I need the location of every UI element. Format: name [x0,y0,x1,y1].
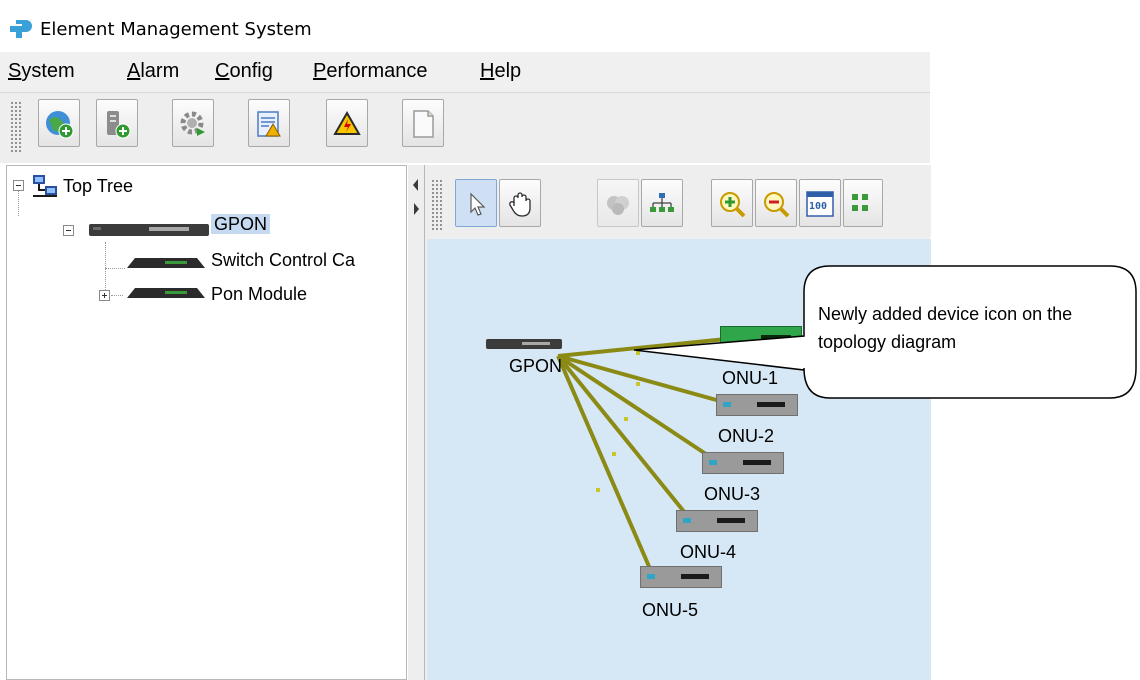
menu-system-label: ystem [21,60,75,82]
panel-splitter[interactable] [408,165,424,680]
onu-node-1-icon[interactable] [720,326,802,350]
card-device-icon [125,286,207,305]
splitter-arrows-icon [413,179,419,215]
warning-button[interactable] [326,99,368,147]
document-button[interactable] [402,99,444,147]
topology-toolbar: 100 [425,165,931,237]
zoom-out-button[interactable] [755,179,797,227]
onu-node-3-label[interactable]: ONU-3 [704,484,760,505]
menu-help-label: elp [494,60,522,82]
menu-performance-mnemonic: P [313,60,327,82]
app-logo-icon [10,18,34,45]
tree-connector [105,242,106,296]
zoom-100-label: 100 [809,201,828,212]
menu-alarm-mnemonic: A [127,60,141,82]
tree-root-label[interactable]: Top Tree [63,176,133,202]
tree-item-gpon[interactable]: GPON [211,214,271,240]
port-strip [717,518,745,523]
collapse-toggle[interactable] [13,180,24,191]
menu-performance[interactable]: Performance [313,60,428,83]
onu-node-2-label[interactable]: ONU-2 [718,426,774,447]
port-strip [757,402,785,407]
network-tree-icon [31,174,59,203]
alarm-report-button[interactable] [248,99,290,147]
title-bar: Element Management System [0,0,930,52]
tree-connector [111,295,123,296]
onu-node-2-icon[interactable] [716,394,798,416]
onu-led [647,574,655,579]
menu-alarm[interactable]: Alarm [127,60,179,83]
menu-config[interactable]: Config [215,60,273,83]
port-strip [761,335,791,340]
tree-item-pon-module[interactable]: Pon Module [211,284,307,310]
onu-node-5-icon[interactable] [640,566,722,588]
menu-config-mnemonic: C [215,60,230,82]
zoom-in-button[interactable] [711,179,753,227]
onu-led [723,402,731,407]
pan-tool-button[interactable] [499,179,541,227]
onu-node-3-icon[interactable] [702,452,784,474]
onu-node-4-icon[interactable] [676,510,758,532]
port-strip [743,460,771,465]
menu-system-mnemonic: S [8,60,22,82]
callout-text: Newly added device icon on the topology … [818,304,1073,352]
toolbar-grip[interactable] [10,101,22,153]
tree-item-gpon-label: GPON [211,214,271,234]
grid-layout-button[interactable] [843,179,883,227]
select-tool-button[interactable] [455,179,497,227]
port-strip [681,574,709,579]
tree-connector [18,190,19,216]
zoom-100-icon: 100 [804,188,836,220]
menu-performance-label: erformance [326,60,428,82]
device-tree-panel: Top Tree GPON Switch Control Ca Pon Modu… [6,165,407,680]
hierarchy-layout-button[interactable] [641,179,683,227]
menu-config-label: onfig [229,60,273,82]
group-tool-button[interactable] [597,179,639,227]
main-toolbar [0,92,930,163]
expand-toggle[interactable] [99,290,110,301]
menu-bar: System Alarm Config Performance Help [0,52,930,92]
olt-node-icon[interactable] [486,336,562,357]
collapse-toggle[interactable] [63,225,74,236]
tree-connector [105,268,125,269]
card-device-icon [125,256,207,275]
menu-help[interactable]: Help [480,60,521,83]
toolbar-grip[interactable] [431,179,443,231]
olt-node-label[interactable]: GPON [509,356,562,377]
add-device-button[interactable] [96,99,138,147]
add-topology-button[interactable] [38,99,80,147]
onu-node-4-label[interactable]: ONU-4 [680,542,736,563]
window-title: Element Management System [40,19,312,40]
settings-button[interactable] [172,99,214,147]
olt-device-icon [89,222,209,243]
menu-help-mnemonic: H [480,60,495,82]
menu-alarm-label: larm [140,60,180,82]
menu-system[interactable]: System [8,60,75,83]
onu-node-5-label[interactable]: ONU-5 [642,600,698,621]
onu-node-1-label[interactable]: ONU-1 [722,368,778,389]
zoom-100-button[interactable]: 100 [799,179,841,227]
tree-item-switch-control[interactable]: Switch Control Ca [211,250,355,276]
onu-led [683,518,691,523]
onu-led [709,460,717,465]
